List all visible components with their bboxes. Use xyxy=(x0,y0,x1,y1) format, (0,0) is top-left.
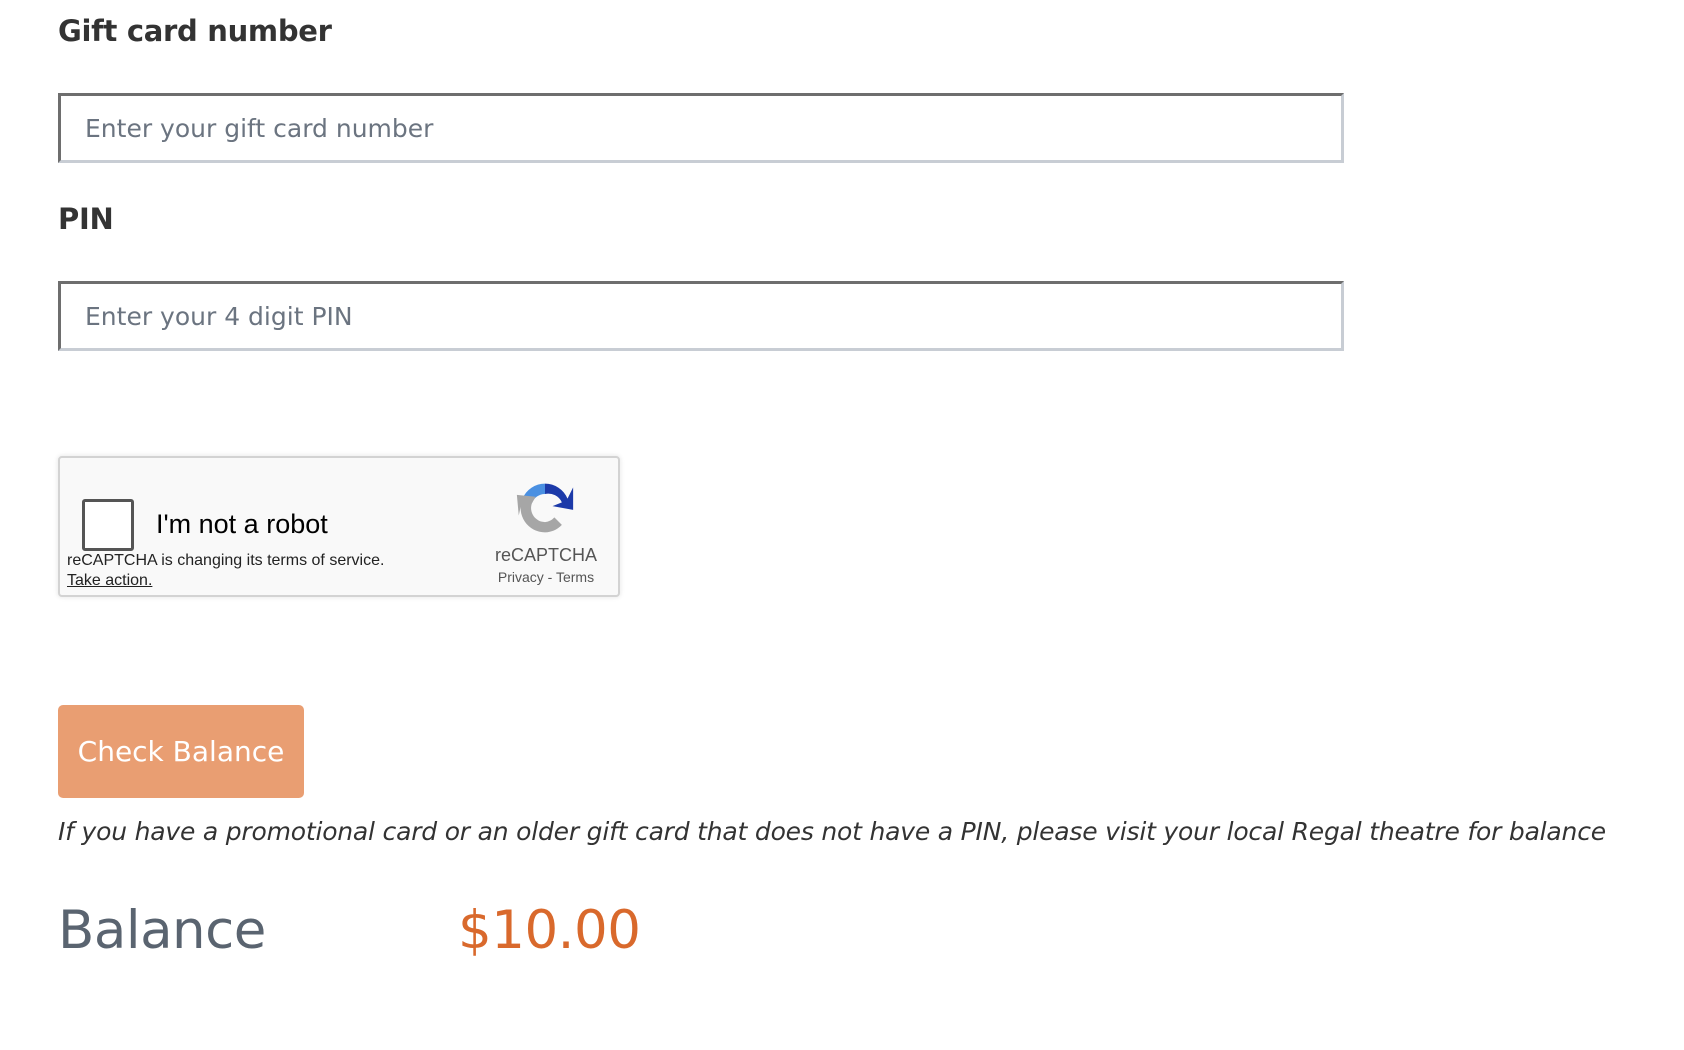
balance-label: Balance xyxy=(58,900,266,961)
recaptcha-terms-link[interactable]: Terms xyxy=(556,569,594,585)
recaptcha-notice: reCAPTCHA is changing its terms of servi… xyxy=(67,551,384,591)
promo-card-note: If you have a promotional card or an old… xyxy=(58,817,1606,846)
gift-card-number-input[interactable] xyxy=(58,93,1344,163)
pin-label: PIN xyxy=(58,202,114,236)
recaptcha-logo-icon xyxy=(516,483,574,533)
balance-value: $10.00 xyxy=(458,900,641,961)
recaptcha-links: Privacy - Terms xyxy=(480,569,612,585)
recaptcha-links-separator: - xyxy=(543,569,556,585)
recaptcha-privacy-link[interactable]: Privacy xyxy=(498,569,544,585)
pin-input[interactable] xyxy=(58,281,1344,351)
recaptcha-checkbox[interactable] xyxy=(82,499,134,551)
check-balance-button[interactable]: Check Balance xyxy=(58,705,304,798)
recaptcha-brand: reCAPTCHA xyxy=(494,545,597,565)
recaptcha-notice-text: reCAPTCHA is changing its terms of servi… xyxy=(67,552,385,569)
recaptcha-checkbox-label: I'm not a robot xyxy=(156,509,328,539)
recaptcha-take-action-link[interactable]: Take action. xyxy=(67,572,152,589)
recaptcha-widget: I'm not a robot reCAPTCHA is changing it… xyxy=(58,456,620,597)
gift-card-number-label: Gift card number xyxy=(58,14,332,48)
